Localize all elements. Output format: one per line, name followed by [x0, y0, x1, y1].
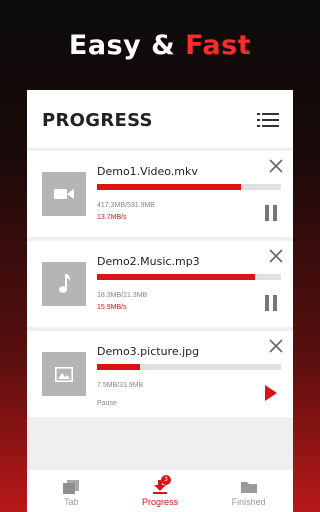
- headline-fast: Fast: [185, 30, 252, 61]
- close-button[interactable]: [268, 248, 284, 264]
- file-size: 18.3MB/21.3MB: [97, 292, 148, 299]
- play-icon: [265, 385, 277, 401]
- nav-tab[interactable]: Tab: [27, 470, 116, 512]
- progress-bar: [97, 364, 281, 370]
- close-icon: [269, 339, 283, 353]
- download-status: Pause: [97, 400, 117, 407]
- tab-icon: [63, 480, 80, 494]
- progress-fill: [97, 184, 242, 190]
- download-item-music[interactable]: Demo2.Music.mp3 18.3MB/21.3MB 15.9MB/s: [27, 241, 293, 327]
- pause-button[interactable]: [263, 204, 279, 222]
- download-icon-wrap: 3: [152, 475, 171, 494]
- nav-progress[interactable]: 3 Progress: [116, 470, 205, 512]
- play-button[interactable]: [263, 384, 279, 402]
- close-icon: [269, 159, 283, 173]
- list-icon: [257, 113, 279, 127]
- bottom-nav: Tab 3 Progress Finished: [27, 470, 293, 512]
- nav-finished[interactable]: Finished: [204, 470, 293, 512]
- headline: Easy & Fast: [0, 30, 320, 61]
- nav-tab-label: Tab: [64, 497, 79, 507]
- close-icon: [269, 249, 283, 263]
- pause-icon: [265, 295, 277, 311]
- file-name: Demo2.Music.mp3: [97, 255, 200, 268]
- picture-icon: [55, 366, 73, 382]
- music-thumbnail: [42, 262, 86, 306]
- download-item-video[interactable]: Demo1.Video.mkv 417.3MB/531.9MB 13.7MB/s: [27, 151, 293, 237]
- download-item-picture[interactable]: Demo3.picture.jpg 7.5MB/31.9MB Pause: [27, 331, 293, 417]
- progress-bar: [97, 184, 281, 190]
- list-menu-button[interactable]: [257, 112, 279, 128]
- video-thumbnail: [42, 172, 86, 216]
- progress-fill: [97, 364, 141, 370]
- page-title: PROGRESS: [42, 110, 153, 131]
- app-panel: PROGRESS Demo1.Video.mkv 417.3MB/531.9MB…: [27, 90, 293, 512]
- download-speed: 13.7MB/s: [97, 214, 127, 221]
- nav-finished-label: Finished: [231, 497, 266, 507]
- file-name: Demo1.Video.mkv: [97, 165, 198, 178]
- progress-count-badge: 3: [161, 475, 171, 485]
- picture-thumbnail: [42, 352, 86, 396]
- file-size: 7.5MB/31.9MB: [97, 382, 144, 389]
- headline-easy: Easy &: [68, 30, 176, 61]
- file-size: 417.3MB/531.9MB: [97, 202, 155, 209]
- close-button[interactable]: [268, 338, 284, 354]
- panel-header: PROGRESS: [27, 90, 293, 148]
- progress-fill: [97, 274, 256, 280]
- file-name: Demo3.picture.jpg: [97, 345, 200, 358]
- pause-icon: [265, 205, 277, 221]
- close-button[interactable]: [268, 158, 284, 174]
- music-icon: [59, 274, 71, 293]
- video-icon: [54, 189, 74, 199]
- nav-progress-label: Progress: [142, 497, 179, 507]
- pause-button[interactable]: [263, 294, 279, 312]
- download-speed: 15.9MB/s: [97, 304, 127, 311]
- folder-icon: [240, 482, 257, 493]
- progress-bar: [97, 274, 281, 280]
